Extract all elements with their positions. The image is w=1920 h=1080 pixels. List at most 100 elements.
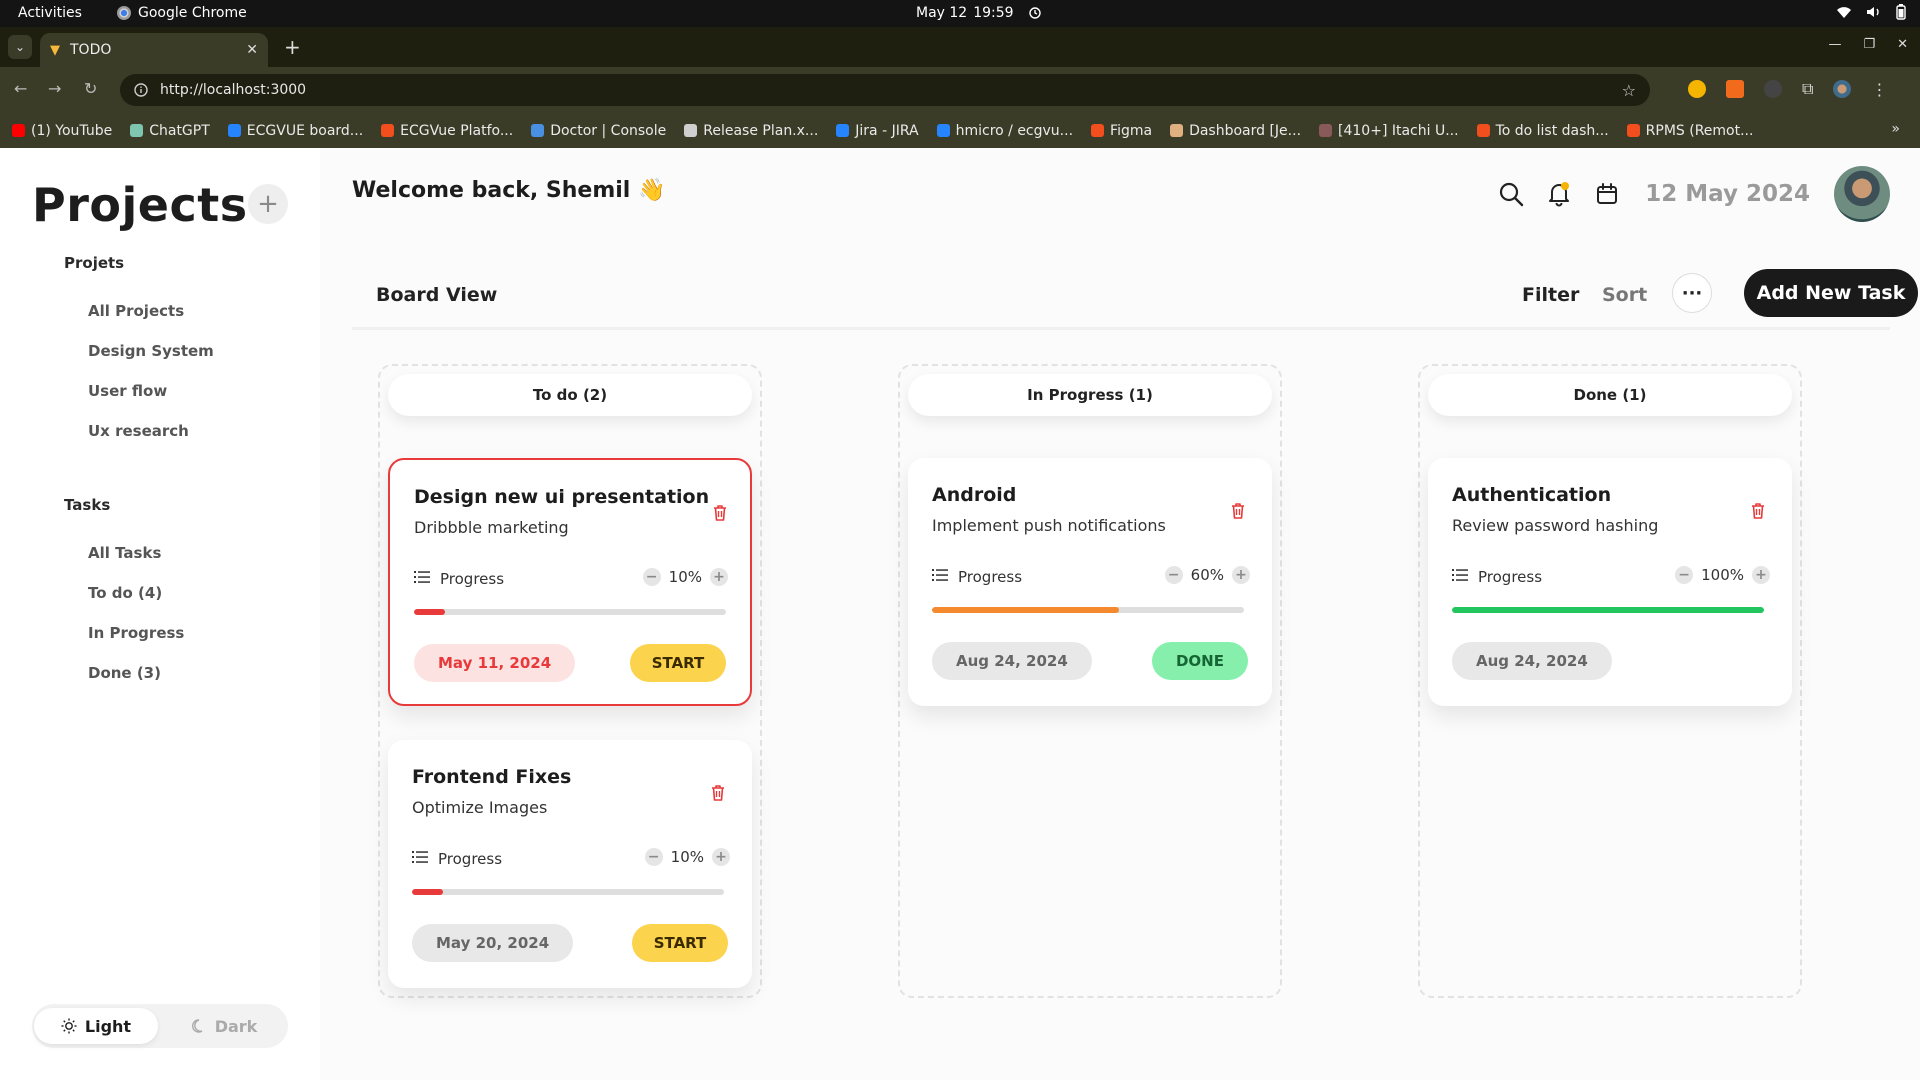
board-column: To do (2) Design new ui presentation Dribb… [378,364,762,998]
sort-button[interactable]: Sort [1602,284,1647,306]
delete-trash-icon[interactable] [712,504,728,526]
os-top-bar: Activities Google Chrome May 12 19:59 [0,0,1920,27]
bookmark-favicon-icon [1170,124,1184,137]
close-window-icon[interactable]: ✕ [1897,37,1908,52]
restore-icon[interactable]: ❐ [1863,37,1875,52]
browser-menu-icon[interactable]: ⋮ [1871,80,1887,99]
list-icon [932,568,948,586]
forward-arrow-icon[interactable]: → [48,79,61,98]
bookmark-item[interactable]: (1) YouTube [12,123,112,139]
sidebar-item-all-tasks[interactable]: All Tasks [88,544,161,562]
add-project-button[interactable]: + [248,184,288,224]
clock-time: 19:59 [973,5,1014,21]
sidebar-title: Projects [32,178,248,232]
bookmark-item[interactable]: Doctor | Console [531,123,666,139]
filter-button[interactable]: Filter [1522,284,1579,306]
sidebar-item-all-projects[interactable]: All Projects [88,302,184,320]
reload-icon[interactable]: ↻ [84,79,97,98]
sidebar-item-in-progress[interactable]: In Progress [88,624,184,642]
delete-trash-icon[interactable] [1750,502,1766,524]
start-button[interactable]: START [632,924,728,962]
bookmark-item[interactable]: Jira - JIRA [836,123,919,139]
calendar-icon[interactable] [1593,180,1621,208]
board-view-label[interactable]: Board View [376,284,497,306]
site-info-icon[interactable] [134,83,148,97]
sidebar-item-ux-research[interactable]: Ux research [88,422,189,440]
system-tray[interactable] [1836,4,1906,20]
new-tab-plus-icon[interactable]: + [284,35,301,59]
increase-progress-icon[interactable]: + [1752,566,1770,584]
progress-percent: 60% [1190,566,1224,584]
address-bar[interactable]: http://localhost:3000 ☆ [120,74,1650,106]
bookmark-item[interactable]: Release Plan.x... [684,123,818,139]
increase-progress-icon[interactable]: + [1232,566,1250,584]
sidebar-item-done[interactable]: Done (3) [88,664,161,682]
bookmark-favicon-icon [1626,124,1640,137]
delete-trash-icon[interactable] [710,784,726,806]
column-header[interactable]: To do (2) [388,374,752,416]
column-header[interactable]: Done (1) [1428,374,1792,416]
extension-dark-icon[interactable] [1764,80,1782,98]
extension-colorpicker-icon[interactable] [1688,80,1706,98]
bookmark-item[interactable]: Dashboard [Je... [1170,123,1301,139]
task-subtitle: Dribbble marketing [414,518,569,537]
bookmark-favicon-icon [1476,124,1490,137]
sidebar-item-user-flow[interactable]: User flow [88,382,167,400]
bookmark-label: To do list dash... [1495,122,1609,139]
minimize-icon[interactable]: — [1828,37,1841,52]
task-title: Frontend Fixes [412,766,572,788]
decrease-progress-icon[interactable]: − [644,848,663,866]
tab-search-chevron-icon[interactable]: ⌄ [8,35,32,59]
sun-icon [61,1018,77,1034]
user-avatar[interactable] [1834,166,1890,222]
bookmark-favicon-icon [1091,124,1105,137]
task-card[interactable]: Android Implement push notifications Progr… [908,458,1272,706]
extensions-puzzle-icon[interactable]: ⧉ [1802,79,1813,99]
bookmark-item[interactable]: [410+] Itachi U... [1319,123,1459,139]
task-card[interactable]: Frontend Fixes Optimize Images Progress −10… [388,740,752,988]
bookmark-label: (1) YouTube [31,122,113,139]
bookmark-item[interactable]: ChatGPT [130,123,210,139]
sidebar-item-design-system[interactable]: Design System [88,342,214,360]
increase-progress-icon[interactable]: + [712,848,730,866]
decrease-progress-icon[interactable]: − [642,568,661,586]
bookmark-star-icon[interactable]: ☆ [1622,81,1636,100]
app-menu[interactable]: Google Chrome [117,5,247,21]
profile-avatar-icon[interactable] [1833,80,1852,98]
done-button[interactable]: DONE [1152,642,1248,680]
progress-label: Progress [1452,568,1542,586]
tab-close-icon[interactable]: ✕ [246,42,258,58]
back-arrow-icon[interactable]: ← [14,79,27,98]
light-theme-button[interactable]: Light [34,1008,158,1044]
light-theme-label: Light [84,1016,132,1036]
bookmark-item[interactable]: RPMS (Remot... [1626,123,1753,139]
bookmark-item[interactable]: ECGVue Platfo... [381,123,513,139]
bookmark-item[interactable]: ECGVUE board... [227,123,363,139]
board-toolbar: Board View Filter Sort ··· Add New Task [352,269,1918,330]
increase-progress-icon[interactable]: + [710,568,728,586]
bookmarks-overflow-icon[interactable]: » [1891,121,1900,137]
column-header[interactable]: In Progress (1) [908,374,1272,416]
search-icon[interactable] [1497,180,1525,208]
decrease-progress-icon[interactable]: − [1675,566,1694,584]
start-button[interactable]: START [630,644,726,682]
task-card[interactable]: Design new ui presentation Dribbble marke… [388,458,752,706]
more-options-button[interactable]: ··· [1672,273,1712,313]
bookmark-item[interactable]: hmicro / ecgvu... [936,123,1073,139]
clock[interactable]: May 12 19:59 [916,5,1042,21]
browser-tab-todo[interactable]: ▼ TODO ✕ [40,33,268,67]
dark-theme-button[interactable]: Dark [162,1008,286,1044]
bookmark-item[interactable]: To do list dash... [1476,122,1609,139]
delete-trash-icon[interactable] [1230,502,1246,524]
progress-bar-fill [932,607,1120,613]
extension-orange-icon[interactable] [1726,80,1744,98]
add-new-task-button[interactable]: Add New Task [1744,269,1918,317]
sidebar: Projects + Projets All Projects Design S… [0,148,320,1080]
activities-button[interactable]: Activities [18,5,82,21]
decrease-progress-icon[interactable]: − [1164,566,1183,584]
notification-bell-icon[interactable] [1545,180,1573,208]
bookmark-favicon-icon [836,124,850,137]
task-card[interactable]: Authentication Review password hashing Pro… [1428,458,1792,706]
sidebar-item-todo[interactable]: To do (4) [88,584,162,602]
bookmark-item[interactable]: Figma [1091,123,1152,139]
